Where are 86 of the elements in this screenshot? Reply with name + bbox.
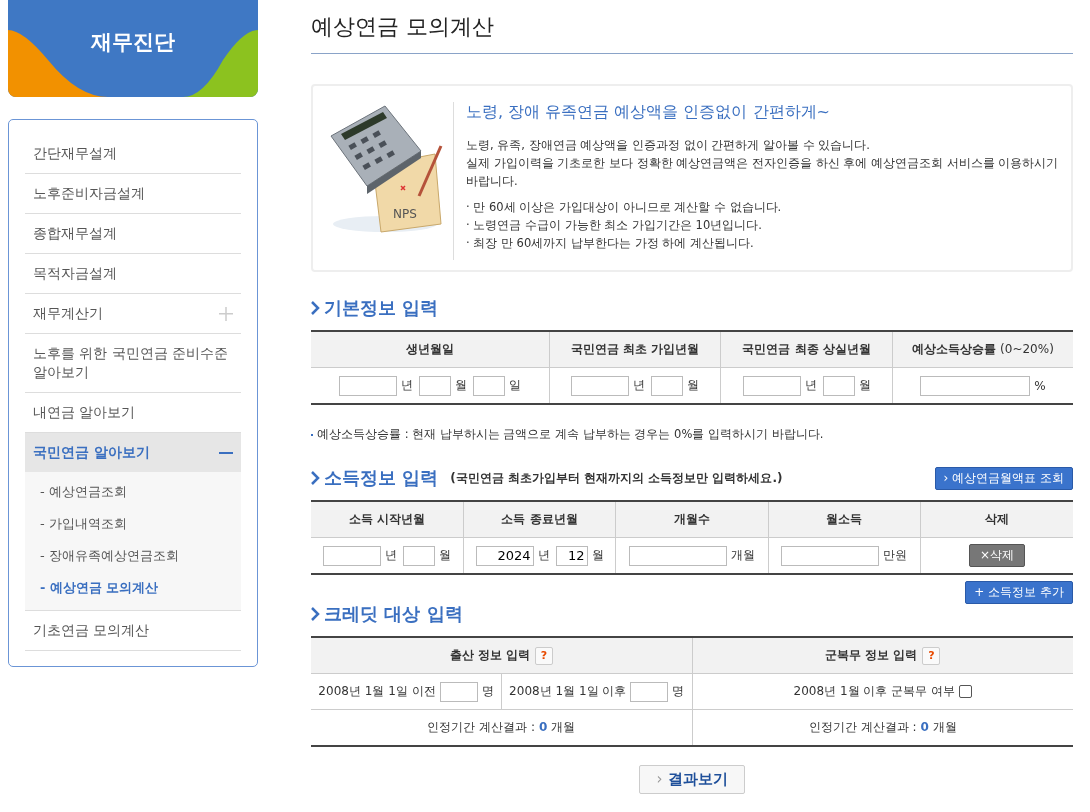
column-header: 국민연금 최초 가입년월 [570, 342, 700, 356]
chevron-icon [311, 471, 320, 485]
note-text: 예상소득상승률 : 현재 납부하시는 금액으로 계속 납부하는 경우는 0%를 입력하시기 바랍니다. [317, 427, 824, 442]
banner-title: 재무진단 [91, 29, 175, 56]
unit-label: 월 [438, 547, 451, 564]
unit-label: 년 [804, 377, 817, 394]
section-title: 크레딧 대상 입력 [324, 602, 463, 626]
unit-label: 년 [537, 547, 550, 564]
column-header: 국민연금 최종 상실년월 [742, 342, 871, 356]
unit-label: 명 [481, 683, 494, 700]
input-field[interactable] [472, 375, 505, 396]
input-field[interactable] [571, 375, 630, 396]
column-header: 소득 종료년월 [501, 512, 578, 526]
column-header: 월소득 [826, 512, 863, 526]
input-field[interactable]: 2024 [475, 545, 534, 566]
input-field[interactable]: 12 [555, 545, 588, 566]
menu-item[interactable]: 노후를 위한 국민연금 준비수준 알아보기 [25, 334, 241, 393]
menu-item[interactable]: 노후준비자금설계 [25, 174, 241, 214]
unit-label: 월 [858, 377, 871, 394]
menu-item[interactable]: 간단재무설계 [25, 134, 241, 174]
input-field[interactable] [418, 375, 451, 396]
page-title: 예상연금 모의계산 [311, 0, 1073, 54]
submenu-item[interactable]: - 예상연금조회 [25, 476, 241, 508]
info-paragraph: 실제 가입이력을 기초로한 보다 정확한 예상연금액은 전자인증을 하신 후에 예상연금조회 서비스를 이용하시기 바랍니다. [466, 155, 1060, 190]
unit-label: 년 [384, 547, 397, 564]
field-label: 2008년 1월 1일 이후 [509, 683, 627, 700]
chevron-icon [311, 607, 320, 621]
submenu-item[interactable]: - 가입내역조회 [25, 508, 241, 540]
help-button[interactable]: ? [922, 646, 941, 665]
lookup-button[interactable]: › 예상연금월액표 조회 [934, 466, 1073, 490]
column-header: 예상소득상승률 (0~20%) [911, 342, 1054, 356]
section-title: 소득정보 입력 [324, 466, 439, 490]
input-field[interactable] [338, 375, 397, 396]
collapse-icon [219, 451, 233, 454]
info-note: · 최장 만 60세까지 납부한다는 가정 하에 계산됩니다. [466, 235, 755, 252]
chevron-icon [311, 301, 320, 315]
result-button[interactable]: › 결과보기 [639, 765, 745, 794]
unit-label: 년 [400, 377, 413, 394]
input-field[interactable] [920, 375, 1031, 396]
input-field[interactable] [781, 545, 880, 566]
unit-label: 일 [508, 377, 521, 394]
unit-label: 만원 [883, 547, 908, 564]
submenu-item[interactable]: - 예상연금 모의계산 [25, 572, 241, 604]
unit-label: 명 [672, 683, 685, 700]
section-subtitle: (국민연금 최초가입부터 현재까지의 소득정보만 입력하세요.) [450, 469, 783, 487]
checkbox[interactable] [958, 685, 972, 698]
unit-label: 월 [454, 377, 467, 394]
delete-button[interactable]: ×삭제 [969, 544, 1026, 567]
result-text: 인정기간 계산결과 : 0 개월 [808, 720, 957, 734]
info-note: · 노령연금 수급이 가능한 최소 가입기간은 10년입니다. [466, 217, 763, 234]
unit-label: 년 [633, 377, 646, 394]
unit-label: 월 [591, 547, 604, 564]
input-field[interactable] [439, 681, 478, 702]
input-field[interactable] [628, 545, 727, 566]
column-header: 생년월일 [405, 342, 454, 356]
checkbox-label: 2008년 1월 이후 군복무 여부 [793, 684, 955, 698]
column-header: 군복무 정보 입력 [825, 647, 918, 662]
column-header: 개월수 [673, 512, 710, 526]
column-header: 소득 시작년월 [348, 512, 426, 526]
illustration-label: NPS [393, 207, 417, 221]
info-heading: 노령, 장애 유족연금 예상액을 인증없이 간편하게~ [466, 102, 831, 123]
input-field[interactable] [651, 375, 684, 396]
section-title: 기본정보 입력 [324, 296, 439, 320]
column-header: 삭제 [985, 512, 1010, 526]
submenu-item[interactable]: - 장애유족예상연금조회 [25, 540, 241, 572]
unit-label: 월 [687, 377, 700, 394]
unit-label: % [1034, 378, 1046, 393]
input-field[interactable] [402, 545, 435, 566]
info-note: · 만 60세 이상은 가입대상이 아니므로 계산할 수 없습니다. [466, 199, 783, 216]
unit-label: 개월 [730, 547, 755, 564]
result-text: 인정기간 계산결과 : 0 개월 [427, 720, 576, 734]
menu-item[interactable]: 재무계산기 [25, 294, 241, 334]
menu-item[interactable]: 국민연금 알아보기 [25, 433, 241, 472]
input-field[interactable] [742, 375, 801, 396]
add-income-button[interactable]: + 소득정보 추가 [965, 581, 1073, 604]
field-label: 2008년 1월 1일 이전 [318, 683, 436, 700]
column-header: 출산 정보 입력 [449, 647, 530, 662]
info-paragraph: 노령, 유족, 장애연금 예상액을 인증과정 없이 간편하게 알아볼 수 있습니다. [466, 137, 871, 154]
menu-item[interactable]: 목적자금설계 [25, 254, 241, 294]
input-field[interactable] [822, 375, 855, 396]
input-field[interactable] [630, 681, 669, 702]
menu-item[interactable]: 기초연금 모의계산 [25, 611, 241, 651]
help-button[interactable]: ? [534, 646, 553, 665]
input-field[interactable] [322, 545, 381, 566]
expand-icon [219, 306, 233, 321]
menu-item[interactable]: 종합재무설계 [25, 214, 241, 254]
